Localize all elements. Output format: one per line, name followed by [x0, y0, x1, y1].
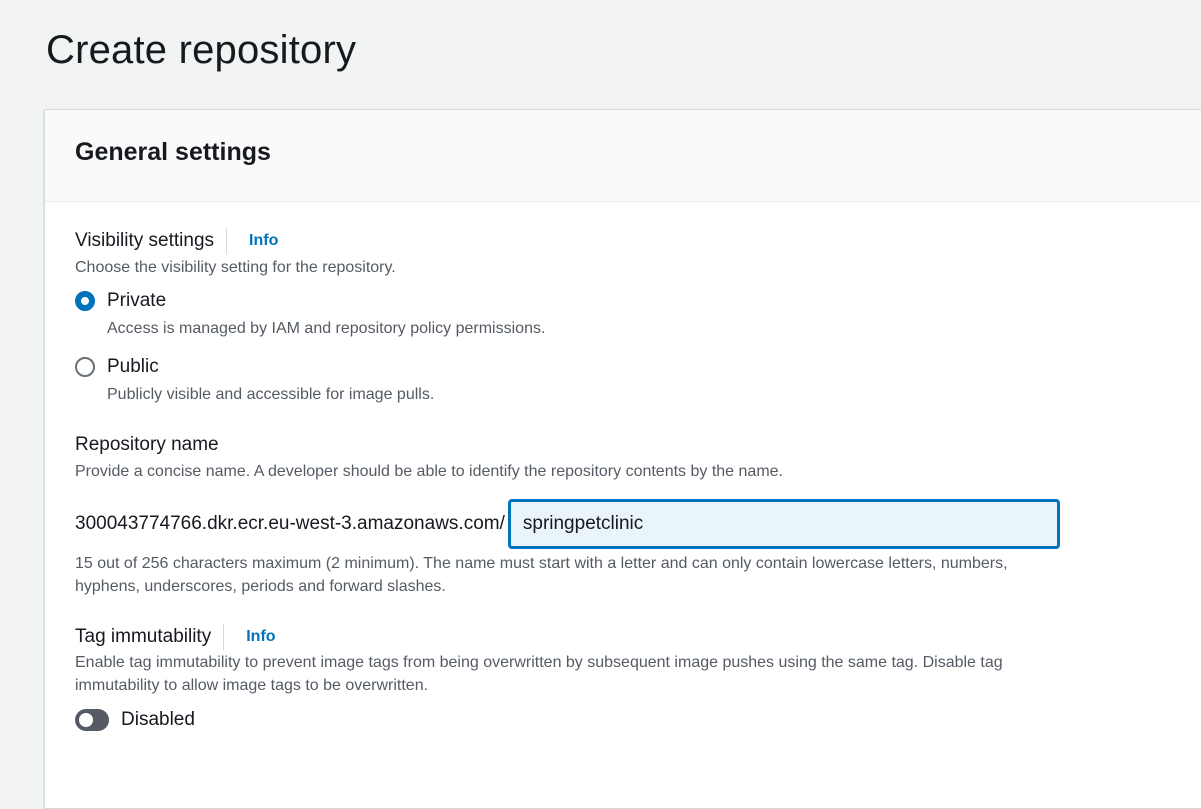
page-title: Create repository: [46, 28, 357, 72]
tag-immutability-description-line1: Enable tag immutability to prevent image…: [75, 654, 1003, 671]
repository-name-label: Repository name: [75, 434, 219, 455]
radio-private-button[interactable]: [75, 291, 95, 311]
repository-name-description: Provide a concise name. A developer shou…: [75, 463, 783, 480]
toggle-knob: [79, 713, 93, 727]
tag-immutability-description-line2: immutability to allow image tags to be o…: [75, 677, 429, 694]
repository-name-hint-line2: hyphens, underscores, periods and forwar…: [75, 578, 446, 595]
panel-header: General settings: [45, 110, 1201, 202]
tag-immutability-toggle[interactable]: [75, 709, 109, 731]
label-divider: [223, 624, 225, 650]
repository-uri-prefix: 300043774766.dkr.ecr.eu-west-3.amazonaws…: [75, 513, 505, 534]
repository-name-row: 300043774766.dkr.ecr.eu-west-3.amazonaws…: [75, 500, 1059, 548]
tag-immutability-toggle-label: Disabled: [121, 709, 195, 730]
repository-name-section: Repository name Provide a concise name. …: [75, 432, 783, 483]
repository-name-input[interactable]: [508, 500, 1059, 548]
radio-public-description: Publicly visible and accessible for imag…: [107, 386, 435, 403]
radio-public-button[interactable]: [75, 357, 95, 377]
tag-immutability-label: Tag immutability: [75, 626, 212, 647]
visibility-label: Visibility settings: [75, 230, 215, 251]
panel-title: General settings: [75, 138, 271, 166]
tag-immutability-section: Tag immutability Info Enable tag immutab…: [75, 624, 1135, 697]
radio-private-label[interactable]: Private: [107, 290, 166, 312]
visibility-section: Visibility settings Info Choose the visi…: [75, 228, 396, 279]
repository-name-hint: 15 out of 256 characters maximum (2 mini…: [75, 552, 1135, 598]
repository-name-hint-line1: 15 out of 256 characters maximum (2 mini…: [75, 555, 1008, 572]
tag-immutability-toggle-row: Disabled: [75, 705, 195, 735]
tag-immutability-info-link[interactable]: Info: [246, 628, 275, 646]
visibility-info-link[interactable]: Info: [249, 232, 278, 250]
radio-public-label[interactable]: Public: [107, 356, 159, 378]
visibility-description: Choose the visibility setting for the re…: [75, 259, 396, 276]
radio-private-description: Access is managed by IAM and repository …: [107, 320, 546, 337]
label-divider: [226, 228, 228, 254]
radio-public[interactable]: Public Publicly visible and accessible f…: [75, 354, 434, 404]
general-settings-panel: General settings Visibility settings Inf…: [44, 109, 1201, 809]
radio-private[interactable]: Private Access is managed by IAM and rep…: [75, 288, 545, 338]
